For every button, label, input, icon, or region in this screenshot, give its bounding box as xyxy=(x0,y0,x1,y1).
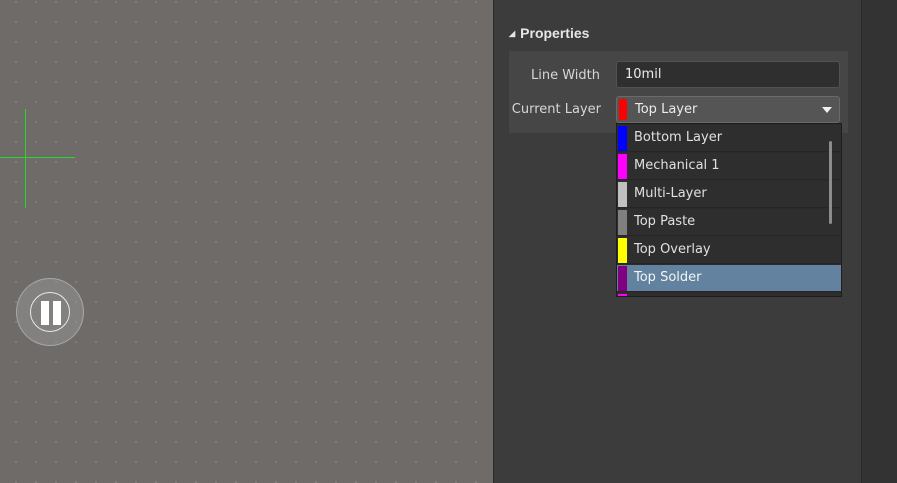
current-layer-value: Top Layer xyxy=(635,102,698,117)
layer-color-swatch xyxy=(618,154,627,179)
layer-option[interactable]: Multi-Layer xyxy=(617,181,841,208)
pause-icon xyxy=(41,301,49,325)
layer-color-swatch xyxy=(618,182,627,207)
layer-option-label: Top Overlay xyxy=(634,242,711,257)
layer-color-swatch xyxy=(619,99,627,120)
crosshair-cursor-horizontal xyxy=(0,157,75,158)
pause-ring xyxy=(30,292,70,332)
layer-dropdown-list[interactable]: Bottom Layer Mechanical 1 Multi-Layer Top P… xyxy=(616,123,842,297)
layer-option-label: Mechanical 1 xyxy=(634,158,720,173)
layer-color-swatch xyxy=(618,238,627,263)
properties-title: Properties xyxy=(520,25,590,41)
line-width-input[interactable]: 10mil xyxy=(616,61,840,88)
design-canvas[interactable] xyxy=(0,0,493,483)
pause-button[interactable] xyxy=(16,278,84,346)
layer-option-label: Bottom Layer xyxy=(634,130,723,145)
layer-option[interactable]: Bottom Layer xyxy=(617,125,841,152)
layer-color-swatch xyxy=(618,294,627,296)
chevron-down-icon[interactable] xyxy=(822,107,832,113)
line-width-label: Line Width xyxy=(531,68,600,83)
pause-icon-bar xyxy=(53,301,61,325)
dropdown-scrollbar[interactable] xyxy=(829,141,832,224)
layer-color-swatch xyxy=(618,266,627,291)
triangle-down-icon[interactable]: ◢ xyxy=(509,29,515,38)
properties-group: Line Width 10mil Current Layer Top Layer xyxy=(509,51,848,133)
layer-option-label: Multi-Layer xyxy=(634,186,707,201)
layer-option[interactable]: Top Solder xyxy=(617,265,841,292)
layer-option-label: Top Solder xyxy=(634,270,702,285)
layer-color-swatch xyxy=(618,126,627,151)
layer-color-swatch xyxy=(618,210,627,235)
layer-option[interactable]: Mechanical 1 xyxy=(617,153,841,180)
current-layer-label: Current Layer xyxy=(511,102,601,117)
side-toolbar-strip xyxy=(861,0,897,483)
crosshair-cursor-vertical xyxy=(25,109,26,208)
layer-option[interactable]: Top Paste xyxy=(617,209,841,236)
layer-option[interactable] xyxy=(617,293,841,296)
current-layer-select[interactable]: Top Layer xyxy=(616,96,840,123)
layer-option-label: Top Paste xyxy=(634,214,696,229)
properties-header[interactable]: ◢ Properties xyxy=(509,25,589,41)
layer-option[interactable]: Top Overlay xyxy=(617,237,841,264)
